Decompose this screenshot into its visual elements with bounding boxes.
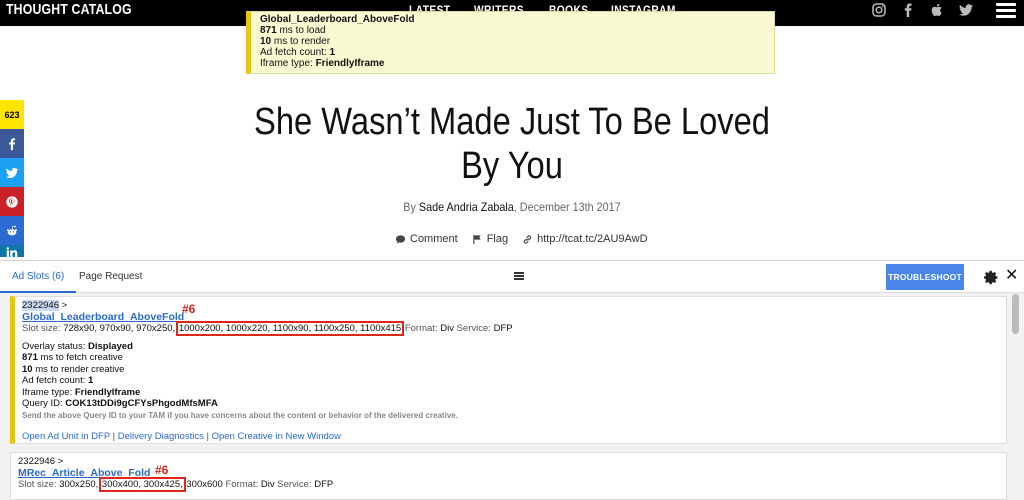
slot-name-link[interactable]: Global_Leaderboard_AboveFold <box>22 311 184 323</box>
panel-tabs: Ad Slots (6) Page Request TROUBLESHOOT ✕ <box>0 261 1024 293</box>
iframe-type-value: FriendlyIframe <box>74 386 141 398</box>
query-id-label: Query ID: <box>22 398 66 409</box>
short-link-text: http://tcat.tc/2AU9AwD <box>537 233 648 245</box>
fetch-ms-text: ms to fetch creative <box>37 352 123 363</box>
iframe-type-label: Iframe type: <box>22 386 75 398</box>
link-icon <box>523 234 532 244</box>
overlay-fetch-value: 1 <box>329 47 336 58</box>
share-twitter-button[interactable] <box>0 158 24 187</box>
query-id-note: Send the above Query ID to your TAM if y… <box>22 410 458 420</box>
article-date: , December 13th 2017 <box>513 200 621 214</box>
service-value: DFP <box>493 323 513 334</box>
apple-icon[interactable] <box>929 2 945 18</box>
header-social-icons <box>871 2 974 18</box>
close-icon[interactable]: ✕ <box>1005 267 1018 285</box>
ad-unit-id: 2322946 <box>22 300 59 311</box>
flag-label: Flag <box>486 233 509 245</box>
comment-label: Comment <box>410 233 458 245</box>
comment-button[interactable]: Comment <box>395 233 458 245</box>
comment-icon <box>395 234 406 244</box>
ad-overlay-tooltip: Global_Leaderboard_AboveFold 871 ms to l… <box>246 11 775 74</box>
overlay-iframe-label: Iframe type: <box>260 58 316 69</box>
facebook-icon <box>9 137 16 150</box>
menu-icon[interactable] <box>996 3 1016 19</box>
overlay-status-value: Displayed <box>88 340 133 352</box>
share-sidebar: 623 <box>0 100 24 259</box>
tab-ad-slots[interactable]: Ad Slots (6) <box>12 271 64 282</box>
slot-sizes-highlighted: 1000x200, 1000x220, 1100x90, 1100x250, 1… <box>175 321 405 336</box>
overlay-slot-name: Global_Leaderboard_AboveFold <box>260 14 415 25</box>
open-creative-link[interactable]: Open Creative in New Window <box>212 431 341 442</box>
slot-sizes-plain: 728x90, 970x90, 970x250, <box>63 323 178 334</box>
gear-icon[interactable] <box>984 270 999 285</box>
render-ms-text: ms to render creative <box>32 363 125 375</box>
delivery-diagnostics-link[interactable]: Delivery Diagnostics <box>118 431 204 442</box>
instagram-icon[interactable] <box>871 2 887 18</box>
twitter-icon[interactable] <box>958 2 974 18</box>
link-separator: | <box>110 431 118 442</box>
tab-page-request[interactable]: Page Request <box>79 271 142 282</box>
overlay-render-text: ms to render <box>271 36 331 47</box>
reddit-icon <box>7 225 17 235</box>
share-facebook-button[interactable] <box>0 129 24 158</box>
troubleshoot-button[interactable]: TROUBLESHOOT <box>886 264 964 290</box>
facebook-icon[interactable] <box>900 2 916 18</box>
format-label: Format: <box>225 479 261 490</box>
slot-sizes-highlighted: 300x400, 300x425, <box>98 477 186 492</box>
drag-handle-icon[interactable] <box>514 272 524 280</box>
ad-unit-arrow: > <box>54 456 64 467</box>
slot-size-label: Slot size: <box>22 323 64 334</box>
overlay-iframe-value: FriendlyIframe <box>315 58 385 69</box>
slot-name-link[interactable]: MRec_Article_Above_Fold <box>18 467 150 479</box>
slot-size-label: Slot size: <box>18 479 60 490</box>
byline-prefix: By <box>403 200 419 214</box>
overlay-status-label: Overlay status: <box>22 340 88 352</box>
panel-scrollbar[interactable] <box>1012 294 1019 334</box>
flag-button[interactable]: Flag <box>472 233 508 245</box>
twitter-icon <box>5 167 19 178</box>
flag-icon <box>472 234 481 244</box>
format-label: Format: <box>404 323 441 334</box>
overlay-load-text: ms to load <box>276 25 326 36</box>
query-id-value: COK13tDDi9gCFYsPhgodMfsMFA <box>65 398 218 409</box>
fetch-ms-value: 871 <box>22 352 38 363</box>
site-logo[interactable]: THOUGHT CATALOG <box>6 1 132 18</box>
slot-sizes-plain-after: 300x600 <box>183 479 223 490</box>
service-label: Service: <box>277 479 315 490</box>
annotation-label: #6 <box>182 302 196 316</box>
ad-unit-id: 2322946 <box>18 456 55 467</box>
overlay-fetch-label: Ad fetch count: <box>260 47 330 58</box>
author-link[interactable]: Sade Andria Zabala <box>419 200 514 214</box>
fetch-count-label: Ad fetch count: <box>22 375 89 386</box>
ad-unit-arrow: > <box>58 300 68 311</box>
share-count: 623 <box>0 100 24 129</box>
share-linkedin-button[interactable] <box>0 245 24 259</box>
slot-sizes-plain: 300x250, <box>59 479 101 490</box>
annotation-label: #6 <box>155 463 169 477</box>
linkedin-icon <box>6 247 18 259</box>
pinterest-icon <box>6 195 18 208</box>
article-title: She Wasn’t Made Just To Be Loved By You <box>226 100 797 188</box>
format-value: Div <box>440 323 454 334</box>
short-link[interactable]: http://tcat.tc/2AU9AwD <box>522 233 648 245</box>
article-title-line-2: By You <box>461 145 563 187</box>
overlay-render-value: 10 <box>260 36 272 47</box>
article-actions: Comment Flag http://tcat.tc/2AU9AwD <box>395 233 648 245</box>
format-value: Div <box>260 479 275 490</box>
article-byline: By Sade Andria Zabala, December 13th 201… <box>285 200 739 214</box>
fetch-count-value: 1 <box>88 375 94 386</box>
open-ad-unit-link[interactable]: Open Ad Unit in DFP <box>22 431 110 442</box>
share-pinterest-button[interactable] <box>0 187 24 216</box>
active-tab-indicator <box>0 291 76 293</box>
service-value: DFP <box>314 479 334 490</box>
article-title-line-1: She Wasn’t Made Just To Be Loved <box>254 101 770 143</box>
link-separator: | <box>203 431 212 442</box>
render-ms-value: 10 <box>22 363 33 375</box>
slot-action-links: Open Ad Unit in DFP | Delivery Diagnosti… <box>22 431 999 443</box>
share-reddit-button[interactable] <box>0 216 24 245</box>
overlay-load-value: 871 <box>260 25 277 36</box>
ad-slot-card: 2322946 > Global_Leaderboard_AboveFold S… <box>10 296 1007 444</box>
service-label: Service: <box>456 323 494 334</box>
